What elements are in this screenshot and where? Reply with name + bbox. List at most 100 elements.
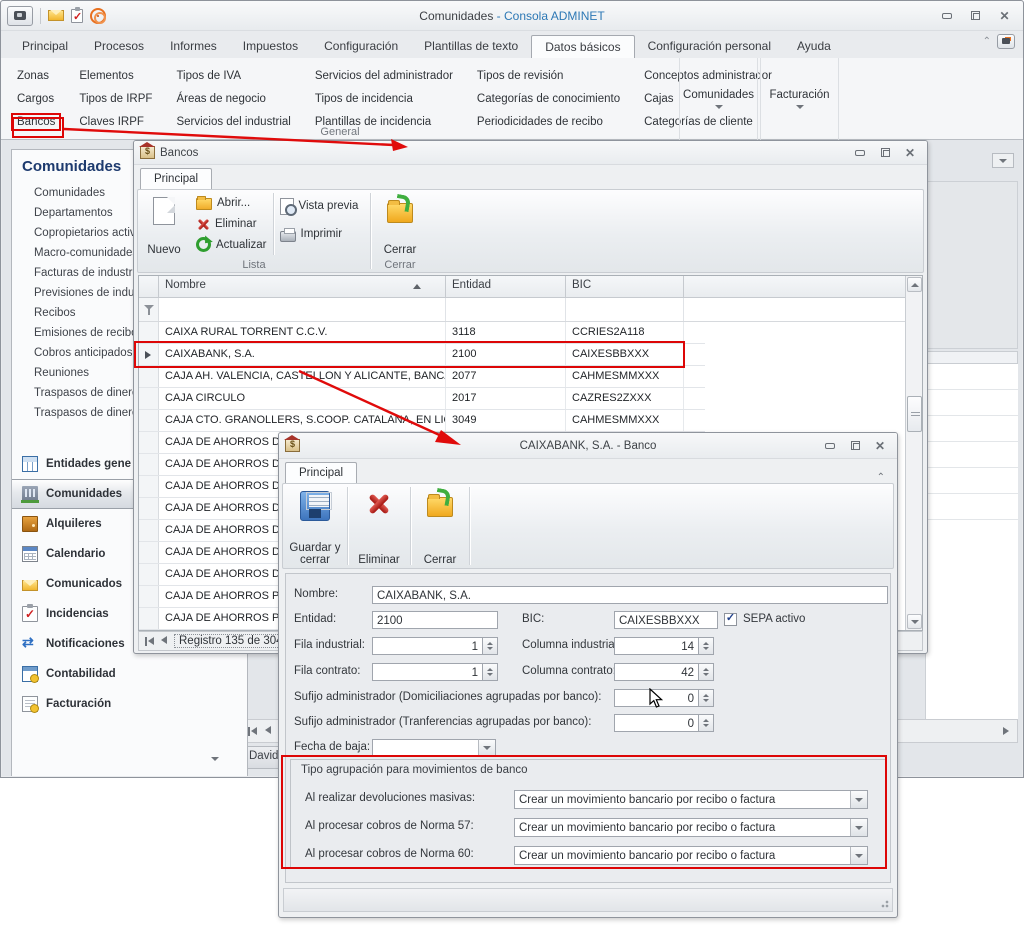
chevron-down-icon[interactable] xyxy=(850,819,867,836)
first-record-icon[interactable] xyxy=(145,637,154,646)
broadcast-icon[interactable] xyxy=(90,8,106,24)
background-grid-rows xyxy=(925,364,1018,521)
table-row[interactable]: CAJA CTO. GRANOLLERS, S.COOP. CATALANA, … xyxy=(139,410,705,432)
sidebar-nav-item[interactable]: Contabilidad xyxy=(12,659,247,689)
restore-button[interactable] xyxy=(874,145,896,160)
spinner[interactable] xyxy=(699,714,714,732)
bic-input[interactable]: CAIXESBBXXX xyxy=(614,611,718,629)
close-button[interactable]: ✕ xyxy=(992,7,1017,24)
spinner[interactable] xyxy=(699,689,714,707)
spinner[interactable] xyxy=(483,663,498,681)
guardar-y-cerrar-button[interactable]: Guardar y cerrar xyxy=(283,484,347,568)
minimize-button[interactable] xyxy=(819,438,841,453)
tab-principal[interactable]: Principal xyxy=(140,168,212,189)
actualizar-button[interactable]: Actualizar xyxy=(196,235,267,254)
norma57-combo[interactable]: Crear un movimiento bancario por recibo … xyxy=(514,818,868,837)
ribbon-item[interactable]: Cargos xyxy=(13,92,59,106)
app-menu-button[interactable] xyxy=(7,6,33,26)
eliminar-button[interactable]: Eliminar xyxy=(196,215,267,234)
cerrar-button[interactable]: Cerrar xyxy=(371,190,429,258)
collapse-ribbon-icon[interactable]: ⌃ xyxy=(877,472,891,483)
filter-cell-entidad[interactable] xyxy=(446,298,566,321)
resize-grip[interactable] xyxy=(879,898,889,908)
restore-button[interactable] xyxy=(844,438,866,453)
previous-record-icon[interactable] xyxy=(265,725,271,737)
sufijo-tra-input[interactable]: 0 xyxy=(614,714,699,732)
menu-tab[interactable]: Impuestos xyxy=(230,35,311,58)
mail-icon[interactable] xyxy=(48,10,64,21)
spinner[interactable] xyxy=(699,663,714,681)
menu-tab[interactable]: Plantillas de texto xyxy=(411,35,531,58)
scrollbar-thumb[interactable] xyxy=(907,396,922,432)
column-header-entidad[interactable]: Entidad xyxy=(446,276,566,297)
sufijo-dom-input[interactable]: 0 xyxy=(614,689,699,707)
sepa-checkbox[interactable] xyxy=(724,613,737,626)
grid-vertical-scrollbar[interactable] xyxy=(905,276,922,630)
close-button[interactable]: ✕ xyxy=(869,438,891,453)
ribbon-item[interactable]: Zonas xyxy=(13,69,59,83)
table-row[interactable]: CAIXA RURAL TORRENT C.C.V. 3118 CCRIES2A… xyxy=(139,322,705,344)
scroll-down-icon[interactable] xyxy=(907,614,922,629)
filter-cell-nombre[interactable] xyxy=(159,298,446,321)
columna-contrato-input[interactable]: 42 xyxy=(614,663,699,681)
first-record-icon[interactable] xyxy=(248,727,257,736)
ribbon-dropdown-button[interactable]: Comunidades xyxy=(679,58,758,140)
ribbon-item[interactable]: Categorías de conocimiento xyxy=(473,92,624,106)
menu-tab[interactable]: Datos básicos xyxy=(531,35,634,58)
ribbon-item[interactable]: Servicios del administrador xyxy=(311,69,457,83)
spinner[interactable] xyxy=(699,637,714,655)
chevron-down-icon[interactable] xyxy=(850,847,867,864)
menu-tab[interactable]: Ayuda xyxy=(784,35,844,58)
ribbon-item[interactable]: Elementos xyxy=(75,69,156,83)
menu-tab[interactable]: Configuración personal xyxy=(635,35,784,58)
abrir-button[interactable]: Abrir... xyxy=(196,194,267,213)
mini-app-icon[interactable] xyxy=(997,34,1015,49)
minimize-button[interactable] xyxy=(849,145,871,160)
previous-record-icon[interactable] xyxy=(161,635,167,647)
column-header-bic[interactable]: BIC xyxy=(566,276,684,297)
ribbon-dropdown-button[interactable]: Facturación xyxy=(760,58,839,140)
table-row[interactable]: CAJA CIRCULO 2017 CAZRES2ZXXX xyxy=(139,388,705,410)
ribbon-item[interactable]: Áreas de negocio xyxy=(172,92,294,106)
tasks-check-icon[interactable] xyxy=(71,9,83,23)
fila-contrato-input[interactable]: 1 xyxy=(372,663,483,681)
restore-button[interactable] xyxy=(963,7,988,24)
spinner[interactable] xyxy=(483,637,498,655)
sidebar-collapse-icon[interactable] xyxy=(211,757,219,761)
ribbon-item[interactable]: Tipos de incidencia xyxy=(311,92,457,106)
ribbon-collapse-icon[interactable]: ⌃ xyxy=(983,36,991,47)
minimize-button[interactable] xyxy=(934,7,959,24)
eliminar-button[interactable]: Eliminar xyxy=(348,484,410,568)
close-button[interactable]: ✕ xyxy=(899,145,921,160)
ribbon-item[interactable]: Tipos de IVA xyxy=(172,69,294,83)
fecha-baja-dropdown[interactable] xyxy=(478,739,496,757)
menu-tab[interactable]: Informes xyxy=(157,35,230,58)
columna-industrial-input[interactable]: 14 xyxy=(614,637,699,655)
fila-industrial-input[interactable]: 1 xyxy=(372,637,483,655)
table-row[interactable]: CAIXABANK, S.A. 2100 CAIXESBBXXX xyxy=(139,344,705,366)
tab-principal[interactable]: Principal xyxy=(285,462,357,483)
devoluciones-combo[interactable]: Crear un movimiento bancario por recibo … xyxy=(514,790,868,809)
menu-tab[interactable]: Configuración xyxy=(311,35,411,58)
menu-tab[interactable]: Principal xyxy=(9,35,81,58)
cerrar-button[interactable]: Cerrar xyxy=(411,484,469,568)
ribbon-item[interactable]: Tipos de IRPF xyxy=(75,92,156,106)
fila-contrato-label: Fila contrato: xyxy=(294,663,360,680)
column-header-nombre[interactable]: Nombre xyxy=(159,276,446,297)
norma60-combo[interactable]: Crear un movimiento bancario por recibo … xyxy=(514,846,868,865)
sidebar-nav-item[interactable]: Facturación xyxy=(12,689,247,719)
ribbon-item[interactable]: Tipos de revisión xyxy=(473,69,624,83)
entidad-input[interactable]: 2100 xyxy=(372,611,498,629)
vista-previa-button[interactable]: Vista previa xyxy=(280,196,359,216)
chevron-down-icon[interactable] xyxy=(850,791,867,808)
fecha-baja-input[interactable] xyxy=(372,739,479,757)
filter-cell-bic[interactable] xyxy=(566,298,684,321)
menu-tab[interactable]: Procesos xyxy=(81,35,157,58)
scroll-up-icon[interactable] xyxy=(907,277,922,292)
imprimir-button[interactable]: Imprimir xyxy=(280,224,359,244)
table-row[interactable]: CAJA AH. VALENCIA, CASTELLON Y ALICANTE,… xyxy=(139,366,705,388)
nuevo-button[interactable]: Nuevo xyxy=(138,190,190,258)
nombre-input[interactable]: CAIXABANK, S.A. xyxy=(372,586,888,604)
next-record-icon[interactable] xyxy=(1003,727,1009,735)
background-dropdown-button[interactable] xyxy=(992,153,1014,168)
